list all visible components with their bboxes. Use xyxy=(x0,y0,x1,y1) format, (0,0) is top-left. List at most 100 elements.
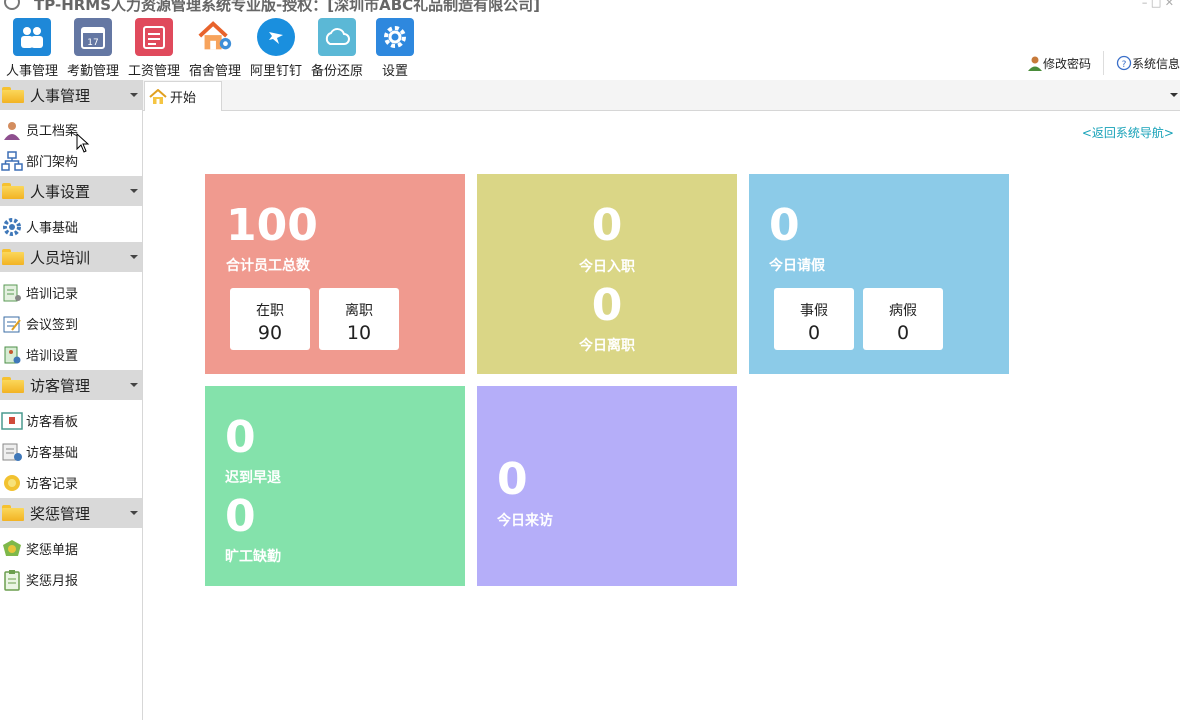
sidebar-item-label: 访客记录 xyxy=(26,477,79,492)
change-password-link[interactable]: 修改密码 xyxy=(1027,55,1091,72)
sidebar-group-rewards[interactable]: 奖惩管理 xyxy=(0,498,142,528)
personal-leave-box[interactable]: 事假 0 xyxy=(774,288,854,350)
report-icon xyxy=(1,569,23,591)
calendar-icon: 17 xyxy=(74,18,112,56)
toolbar-personnel-button[interactable]: 人事管理 xyxy=(1,18,63,79)
today-visits-value: 0 xyxy=(497,454,528,505)
folder-icon xyxy=(2,377,24,393)
caret-down-icon xyxy=(130,511,138,515)
today-entry-label: 今日入职 xyxy=(579,259,635,275)
training-record-icon xyxy=(1,283,23,303)
folder-icon xyxy=(2,87,24,103)
today-entry-leave-card[interactable]: 0 今日入职 0 今日离职 xyxy=(477,174,737,374)
total-employees-card[interactable]: 100 合计员工总数 在职 90 离职 10 xyxy=(205,174,465,374)
active-employees-box[interactable]: 在职 90 xyxy=(230,288,310,350)
absent-label: 旷工缺勤 xyxy=(225,549,281,565)
caret-down-icon xyxy=(130,189,138,193)
reward-icon xyxy=(1,539,23,559)
today-absence-card[interactable]: 0 今日请假 事假 0 病假 0 xyxy=(749,174,1009,374)
visitor-base-icon xyxy=(1,442,23,462)
gear-icon xyxy=(1,217,23,237)
toolbar-label: 考勤管理 xyxy=(66,64,119,79)
toolbar-label: 工资管理 xyxy=(127,64,180,79)
caret-down-icon xyxy=(130,383,138,387)
sidebar-item-label: 人事基础 xyxy=(26,221,79,236)
svg-text:17: 17 xyxy=(87,38,98,48)
toolbar-label: 设置 xyxy=(381,64,408,79)
sidebar-item-label: 访客看板 xyxy=(26,415,79,430)
sidebar-group-label: 奖惩管理 xyxy=(30,504,91,523)
toolbar-dormitory-button[interactable]: 宿舍管理 xyxy=(184,18,246,79)
main-toolbar: 人事管理 17 考勤管理 工资管理 宿舍管理 阿里钉钉 备份还原 设置 xyxy=(0,14,1180,80)
resigned-employees-box[interactable]: 离职 10 xyxy=(319,288,399,350)
title-bar: TP-HRMS人力资源管理系统专业版-授权：[深圳市ABC礼品制造有限公司] –… xyxy=(0,0,1180,14)
toolbar-backup-button[interactable]: 备份还原 xyxy=(306,18,368,79)
sick-leave-label: 病假 xyxy=(889,303,917,319)
sidebar-item-label: 奖惩单据 xyxy=(26,543,79,558)
toolbar-attendance-button[interactable]: 17 考勤管理 xyxy=(62,18,124,79)
caret-down-icon xyxy=(130,255,138,259)
window-controls[interactable]: – □ ✕ xyxy=(1142,0,1174,9)
sidebar-item-visitor-records[interactable]: 访客记录 xyxy=(0,467,142,498)
sidebar-item-visitor-basics[interactable]: 访客基础 xyxy=(0,436,142,467)
house-icon xyxy=(196,18,234,56)
toolbar-payroll-button[interactable]: 工资管理 xyxy=(123,18,185,79)
sidebar-item-training-records[interactable]: 培训记录 xyxy=(0,277,142,308)
sidebar-item-personnel-basics[interactable]: 人事基础 xyxy=(0,211,142,242)
toolbar-label: 人事管理 xyxy=(5,64,58,79)
tab-bar: 开始 xyxy=(143,80,1180,111)
late-early-label: 迟到早退 xyxy=(225,470,281,486)
system-info-label: 系统信息 xyxy=(1131,56,1180,71)
gear-icon xyxy=(376,18,414,56)
personnel-icon xyxy=(13,18,51,56)
folder-icon xyxy=(2,505,24,521)
today-leave-value: 0 xyxy=(591,280,623,331)
visitor-record-icon xyxy=(1,473,23,493)
sidebar-item-departments[interactable]: 部门架构 xyxy=(0,145,142,176)
sidebar-item-employee-files[interactable]: 员工档案 xyxy=(0,114,142,145)
sidebar-item-training-settings[interactable]: 培训设置 xyxy=(0,339,142,370)
sidebar-group-personnel[interactable]: 人事管理 xyxy=(0,80,142,110)
toolbar-label: 阿里钉钉 xyxy=(249,64,302,79)
today-visits-card[interactable]: 0 今日来访 xyxy=(477,386,737,586)
sidebar-group-label: 人事管理 xyxy=(30,86,91,105)
dingtalk-icon xyxy=(257,18,295,56)
sidebar-item-label: 员工档案 xyxy=(26,124,79,139)
tab-start[interactable]: 开始 xyxy=(144,81,222,111)
toolbar-label: 备份还原 xyxy=(310,64,363,79)
divider xyxy=(1102,51,1104,75)
sidebar-group-visitors[interactable]: 访客管理 xyxy=(0,370,142,400)
sick-leave-box[interactable]: 病假 0 xyxy=(863,288,943,350)
toolbar-dingtalk-button[interactable]: 阿里钉钉 xyxy=(245,18,307,79)
total-employees-label: 合计员工总数 xyxy=(226,258,310,274)
home-icon xyxy=(149,88,167,105)
sign-in-icon xyxy=(1,314,23,334)
sidebar-group-training[interactable]: 人员培训 xyxy=(0,242,142,272)
sidebar-item-reward-monthly-report[interactable]: 奖惩月报 xyxy=(0,564,142,595)
tab-menu-chevron-icon[interactable] xyxy=(1170,93,1178,97)
toolbar-label: 宿舍管理 xyxy=(188,64,241,79)
sidebar-item-meeting-sign-in[interactable]: 会议签到 xyxy=(0,308,142,339)
sidebar-group-label: 访客管理 xyxy=(30,376,91,395)
sidebar-group-personnel-settings[interactable]: 人事设置 xyxy=(0,176,142,206)
sidebar-group-label: 人员培训 xyxy=(30,248,91,267)
sidebar-empty-area xyxy=(0,596,142,720)
sidebar-item-label: 访客基础 xyxy=(26,446,79,461)
total-employees-value: 100 xyxy=(226,200,318,251)
toolbar-settings-button[interactable]: 设置 xyxy=(364,18,426,79)
sidebar-item-visitor-board[interactable]: 访客看板 xyxy=(0,405,142,436)
sidebar-group-label: 人事设置 xyxy=(30,182,91,201)
sick-leave-value: 0 xyxy=(896,322,910,344)
resigned-value: 10 xyxy=(346,322,372,344)
window-title: TP-HRMS人力资源管理系统专业版-授权：[深圳市ABC礼品制造有限公司] xyxy=(34,0,541,14)
resigned-label: 离职 xyxy=(345,303,373,319)
training-settings-icon xyxy=(1,345,23,365)
back-to-navigation-link[interactable]: <返回系统导航> xyxy=(1082,124,1174,141)
sidebar-item-label: 培训设置 xyxy=(26,349,79,364)
attendance-exception-card[interactable]: 0 迟到早退 0 旷工缺勤 xyxy=(205,386,465,586)
system-info-link[interactable]: ? 系统信息 xyxy=(1116,55,1180,72)
mouse-cursor-icon xyxy=(76,133,90,153)
org-chart-icon xyxy=(1,150,23,171)
sidebar-item-reward-documents[interactable]: 奖惩单据 xyxy=(0,533,142,564)
today-entry-value: 0 xyxy=(591,200,623,251)
